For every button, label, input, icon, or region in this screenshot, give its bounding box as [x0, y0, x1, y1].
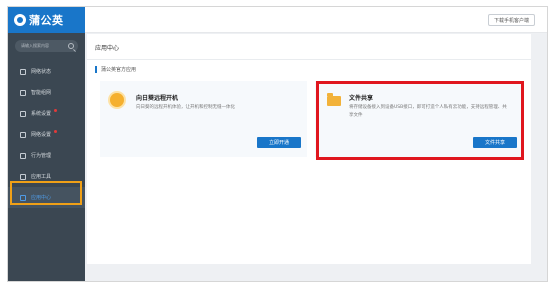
network-status-icon	[20, 68, 26, 75]
sidebar: 蒲公英 请输入搜索内容 网络状态 智能组网 系统设置 网络设置 行为管理 应用工…	[8, 7, 85, 281]
logo[interactable]: 蒲公英	[8, 7, 85, 33]
sidebar-active-highlight	[10, 181, 82, 205]
file-share-highlight	[316, 81, 524, 160]
app-tools-icon	[20, 173, 26, 180]
notification-dot	[54, 109, 57, 112]
card-description: 向日葵的远程开机体验，让开机和控制无缝一体化	[136, 105, 235, 110]
notification-dot	[54, 130, 57, 133]
sidebar-item-label: 网络设置	[31, 132, 52, 138]
divider	[87, 59, 531, 60]
sidebar-item-behavior-management[interactable]: 行为管理	[8, 145, 85, 166]
search-icon[interactable]	[68, 43, 74, 49]
search-placeholder: 请输入搜索内容	[21, 43, 49, 48]
sidebar-item-label: 网络状态	[31, 69, 52, 75]
top-bar: 下载手机客户端	[85, 7, 547, 33]
sidebar-item-label: 智能组网	[31, 90, 52, 96]
logo-icon	[14, 14, 26, 26]
network-settings-icon	[20, 131, 26, 138]
behavior-management-icon	[20, 152, 26, 159]
sidebar-search-input[interactable]: 请输入搜索内容	[15, 40, 78, 52]
sidebar-item-network-status[interactable]: 网络状态	[8, 61, 85, 82]
sunflower-icon	[110, 93, 124, 107]
card-title: 向日葵远程开机	[136, 95, 179, 102]
sidebar-item-label: 应用工具	[31, 174, 52, 180]
smart-network-icon	[20, 89, 26, 96]
sidebar-item-system-settings[interactable]: 系统设置	[8, 103, 85, 124]
page-title: 应用中心	[95, 45, 120, 52]
sidebar-item-smart-network[interactable]: 智能组网	[8, 82, 85, 103]
download-app-button[interactable]: 下载手机客户端	[487, 14, 535, 26]
activate-button[interactable]: 立即开通	[257, 137, 301, 148]
section-title: 蒲公英官方应用	[101, 67, 137, 73]
system-settings-icon	[20, 110, 26, 117]
logo-text: 蒲公英	[29, 14, 64, 27]
sidebar-item-network-settings[interactable]: 网络设置	[8, 124, 85, 145]
sidebar-item-label: 行为管理	[31, 153, 52, 159]
sidebar-item-label: 系统设置	[31, 111, 52, 117]
app-card-sunlogin: 向日葵远程开机 向日葵的远程开机体验，让开机和控制无缝一体化 立即开通	[100, 81, 307, 157]
section-accent-bar	[95, 66, 97, 73]
